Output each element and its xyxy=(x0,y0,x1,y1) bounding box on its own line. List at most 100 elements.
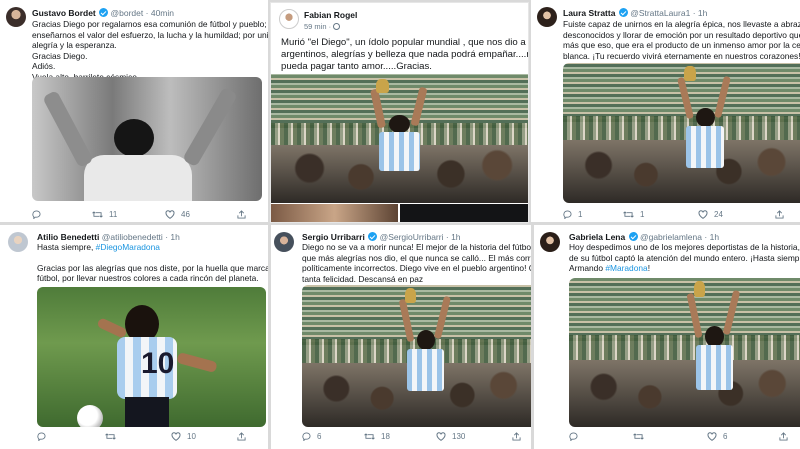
post-meta: 59 min · xyxy=(304,21,357,32)
avatar[interactable] xyxy=(274,232,294,252)
author-name[interactable]: Gustavo Bordet xyxy=(32,8,96,18)
tweet-text: Gracias Diego por regalarnos esa comunió… xyxy=(32,19,268,83)
like-count: 10 xyxy=(187,432,196,441)
tweet-text-fragment: Armando xyxy=(569,263,606,274)
tweet-text-line: Gracias por las alegrías que nos diste, … xyxy=(37,262,268,273)
tweet-text-line: Gracias Diego por regalarnos esa comunió… xyxy=(32,19,268,29)
post-photo[interactable] xyxy=(271,74,528,203)
author-handle[interactable]: @StrattaLaura1 xyxy=(630,8,690,18)
like-button[interactable]: 6 xyxy=(707,432,727,441)
avatar[interactable] xyxy=(540,232,560,252)
tweet-text-line: alegría y la esperanza. xyxy=(32,40,117,51)
tweet-actions: 1 1 24 xyxy=(563,210,800,222)
like-button[interactable]: 46 xyxy=(165,210,190,219)
share-button[interactable] xyxy=(775,210,784,219)
like-button[interactable]: 130 xyxy=(436,432,465,441)
tweet-text-line: políticamente incorrectos. Diego vive en… xyxy=(302,263,531,274)
post-text-line: pueda pagar tanto amor.....Gracias. xyxy=(281,61,432,73)
hashtag-link[interactable]: #DiegoMaradona xyxy=(96,242,160,252)
reply-button[interactable]: 1 xyxy=(563,210,582,219)
retweet-button[interactable]: 18 xyxy=(364,432,390,441)
reply-button[interactable] xyxy=(569,432,584,441)
globe-icon xyxy=(333,23,341,30)
post-header: Fabian Rogel 59 min · xyxy=(304,10,357,32)
tweet-time[interactable]: 1h xyxy=(170,232,179,242)
photo-trophy xyxy=(376,79,390,94)
reply-button[interactable] xyxy=(37,432,52,441)
share-button[interactable] xyxy=(779,432,788,441)
tweet-time[interactable]: 1h xyxy=(698,8,707,18)
tweet-card: Gustavo Bordet @bordet · 40min Gracias D… xyxy=(0,0,268,222)
author-name[interactable]: Laura Stratta xyxy=(563,8,615,18)
author-handle[interactable]: @SergioUrribarri xyxy=(380,232,444,242)
retweet-icon xyxy=(364,433,375,440)
post-photo-thumb[interactable] xyxy=(400,204,528,222)
tweet-time[interactable]: 1h xyxy=(710,232,719,242)
photo-figure xyxy=(378,132,421,171)
tweet-time[interactable]: 1h xyxy=(451,232,460,242)
tweet-photo[interactable] xyxy=(563,63,800,203)
post-time[interactable]: 59 min xyxy=(304,22,327,31)
retweet-count: 11 xyxy=(109,210,118,219)
post-card: Fabian Rogel 59 min · Murió "el Diego", … xyxy=(271,3,528,222)
author-name[interactable]: Fabian Rogel xyxy=(304,10,357,21)
author-name[interactable]: Atilio Benedetti xyxy=(37,232,99,242)
post-text: Murió "el Diego", un ídolo popular mundi… xyxy=(281,37,528,74)
photo-trophy xyxy=(405,287,417,304)
tweet-time[interactable]: 40min xyxy=(151,8,174,18)
retweet-button[interactable] xyxy=(633,432,650,441)
tweet-text-line: Hasta siempre, #DiegoMaradona xyxy=(37,242,268,253)
avatar[interactable] xyxy=(8,232,28,252)
avatar[interactable] xyxy=(537,7,557,27)
author-name[interactable]: Sergio Urribarri xyxy=(302,232,365,242)
reply-icon xyxy=(569,432,578,441)
photo-figure xyxy=(84,155,192,201)
author-handle[interactable]: @atiliobenedetti xyxy=(102,232,163,242)
like-count: 130 xyxy=(452,432,466,441)
share-icon xyxy=(237,432,246,441)
photo-figure xyxy=(182,86,238,168)
tweet-card: Gabriela Lena @gabrielamlena · 1h Hoy de… xyxy=(534,225,800,449)
like-button[interactable]: 24 xyxy=(698,210,723,219)
heart-icon xyxy=(707,432,717,441)
reply-icon xyxy=(32,210,41,219)
photo-figure xyxy=(407,348,444,392)
tweet-text-line: enseñarnos el valor del esfuerzo, la luc… xyxy=(32,29,268,40)
retweet-count: 1 xyxy=(640,210,645,219)
tweet-photo-bw[interactable] xyxy=(32,77,262,201)
photo-figure xyxy=(96,317,128,339)
like-button[interactable]: 10 xyxy=(171,432,196,441)
post-photo-thumb[interactable] xyxy=(271,204,398,222)
hashtag-link[interactable]: #Maradona xyxy=(605,263,647,273)
tweet-text-line: Adiós. xyxy=(32,61,56,72)
tweet-photo[interactable]: 10 xyxy=(37,287,266,427)
photo-figure xyxy=(42,89,94,169)
retweet-button[interactable]: 1 xyxy=(623,210,644,219)
tweet-actions: 6 18 130 xyxy=(302,432,531,444)
retweet-button[interactable]: 11 xyxy=(92,210,117,219)
verified-icon xyxy=(618,8,628,17)
author-handle[interactable]: @gabrielamlena xyxy=(640,232,702,242)
separator: · xyxy=(692,8,696,18)
author-handle[interactable]: @bordet xyxy=(111,8,144,18)
share-button[interactable] xyxy=(237,432,246,441)
heart-icon xyxy=(171,432,181,441)
avatar[interactable] xyxy=(6,7,26,27)
post-text-line: argentinos, alegrías y belleza que nada … xyxy=(281,49,528,61)
reply-button[interactable]: 6 xyxy=(302,432,321,441)
tweet-actions: 11 46 xyxy=(32,210,262,222)
author-name[interactable]: Gabriela Lena xyxy=(569,232,625,242)
reply-button[interactable] xyxy=(32,210,47,219)
verified-icon xyxy=(99,8,109,17)
share-button[interactable] xyxy=(237,210,246,219)
share-button[interactable] xyxy=(512,432,521,441)
tweet-photo[interactable] xyxy=(569,278,800,427)
separator: · xyxy=(328,22,332,31)
avatar[interactable] xyxy=(279,9,299,29)
tweet-header: Laura Stratta @StrattaLaura1 · 1h xyxy=(563,8,707,19)
tweet-photo[interactable] xyxy=(302,285,531,427)
tweet-text-line: fútbol, por llevar nuestros colores a ca… xyxy=(37,273,259,284)
tweet-text-line: tanta felicidad. Descansá en paz xyxy=(302,273,424,284)
retweet-button[interactable] xyxy=(105,432,122,441)
like-count: 24 xyxy=(714,210,723,219)
